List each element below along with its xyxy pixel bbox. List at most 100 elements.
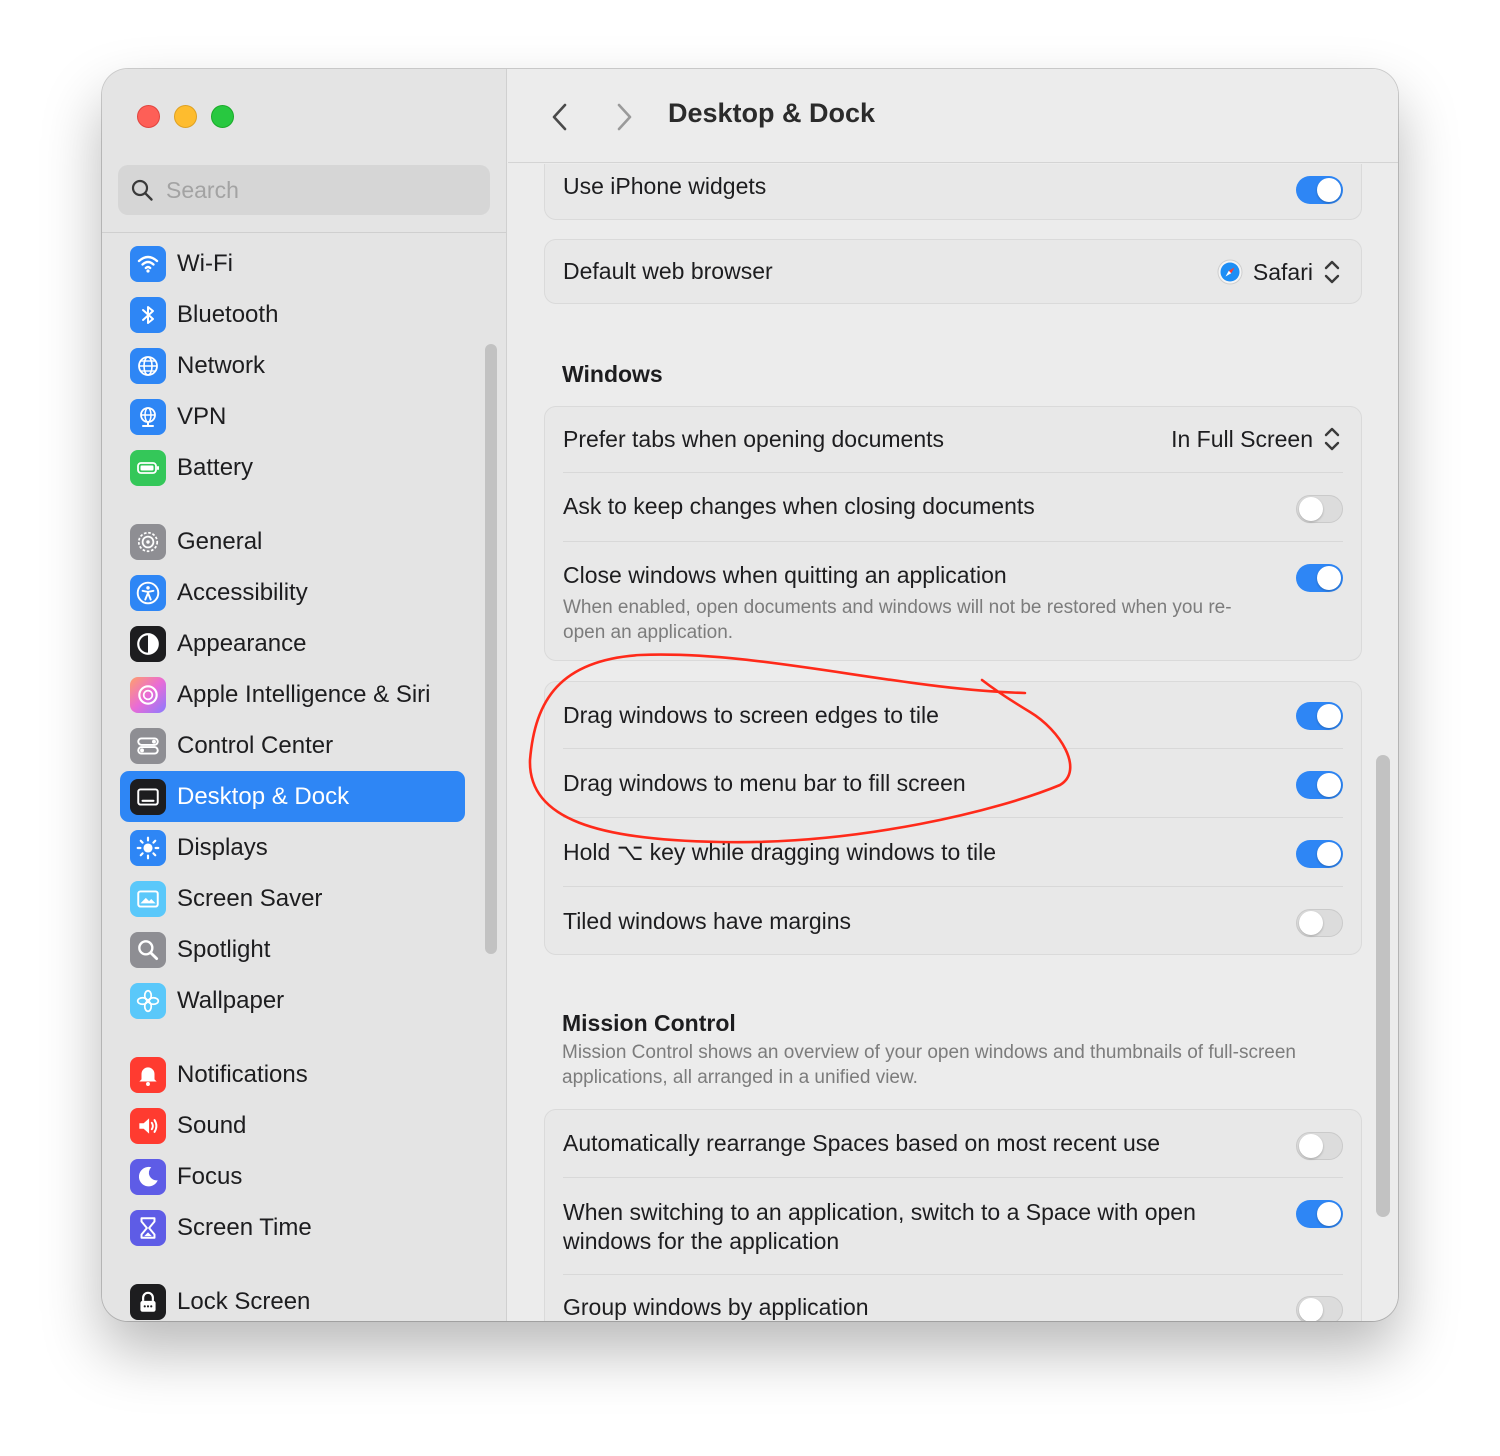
sidebar-item-apple-intelligence-siri[interactable]: Apple Intelligence & Siri (120, 669, 465, 720)
settings-row: Use iPhone widgets (563, 164, 1343, 221)
ask-keep-changes-toggle[interactable] (1296, 495, 1343, 523)
settings-row: Close windows when quitting an applicati… (563, 542, 1343, 660)
rearrange-spaces-label: Automatically rearrange Spaces based on … (563, 1130, 1161, 1156)
settings-window: Wi-Fi Bluetooth Network VPN Battery General Ac… (102, 69, 1398, 1321)
close-windows-description: When enabled, open documents and windows… (563, 597, 1232, 643)
sidebar-item-label: Appearance (177, 629, 307, 657)
settings-row: Hold ⌥ key while dragging windows to til… (563, 818, 1343, 887)
gear-icon (130, 523, 166, 560)
sidebar-item-label: Lock Screen (177, 1287, 311, 1315)
safari-icon (1217, 259, 1243, 285)
tiling-card: Drag windows to screen edges to tile Dra… (544, 681, 1362, 955)
sidebar-item-label: Displays (177, 833, 268, 861)
sidebar-item-battery[interactable]: Battery (120, 442, 465, 493)
sidebar-list: Wi-Fi Bluetooth Network VPN Battery General Ac… (120, 238, 465, 1321)
displays-icon (130, 829, 166, 866)
sidebar-item-spotlight[interactable]: Spotlight (120, 924, 465, 975)
settings-row: Tiled windows have margins (563, 887, 1343, 954)
sidebar-item-label: Bluetooth (177, 300, 279, 328)
switch-space-label: When switching to an application, switch… (563, 1199, 1196, 1254)
sidebar-item-network[interactable]: Network (120, 340, 465, 391)
vpn-globe-icon (130, 398, 166, 435)
close-window-button[interactable] (137, 105, 160, 128)
settings-row: Prefer tabs when opening documents In Fu… (563, 407, 1343, 473)
control-center-icon (130, 727, 166, 764)
drag-edges-toggle[interactable] (1296, 702, 1343, 730)
sidebar-item-bluetooth[interactable]: Bluetooth (120, 289, 465, 340)
sidebar-item-screen-time[interactable]: Screen Time (120, 1202, 465, 1253)
screen-time-icon (130, 1209, 166, 1246)
accessibility-icon (130, 574, 166, 611)
close-windows-label: Close windows when quitting an applicati… (563, 562, 1007, 588)
sidebar-item-label: Desktop & Dock (177, 782, 350, 810)
sidebar-group: Wi-Fi Bluetooth Network VPN Battery (120, 238, 465, 493)
chevron-updown-icon (1324, 427, 1340, 451)
use-iphone-widgets-toggle[interactable] (1296, 176, 1343, 204)
sidebar-item-label: General (177, 527, 263, 555)
mission-control-card: Automatically rearrange Spaces based on … (544, 1109, 1362, 1321)
sidebar: Wi-Fi Bluetooth Network VPN Battery General Ac… (102, 69, 507, 1321)
sidebar-item-wi-fi[interactable]: Wi-Fi (120, 238, 465, 289)
sidebar-item-label: Control Center (177, 731, 334, 759)
battery-icon (130, 449, 166, 486)
settings-row: When switching to an application, switch… (563, 1178, 1343, 1275)
default-browser-popup[interactable]: Safari (1217, 257, 1343, 287)
minimize-window-button[interactable] (174, 105, 197, 128)
drag-menubar-toggle[interactable] (1296, 771, 1343, 799)
content-scrollbar[interactable] (1376, 755, 1390, 1217)
sidebar-item-label: Focus (177, 1162, 243, 1190)
sidebar-item-wallpaper[interactable]: Wallpaper (120, 975, 465, 1026)
bluetooth-icon (130, 296, 166, 333)
sidebar-item-displays[interactable]: Displays (120, 822, 465, 873)
sidebar-item-general[interactable]: General (120, 516, 465, 567)
sidebar-item-desktop-dock[interactable]: Desktop & Dock (120, 771, 465, 822)
appearance-icon (130, 625, 166, 662)
default-browser-label: Default web browser (563, 258, 773, 284)
settings-row: Group windows by application (563, 1275, 1343, 1321)
sidebar-item-vpn[interactable]: VPN (120, 391, 465, 442)
sidebar-item-screen-saver[interactable]: Screen Saver (120, 873, 465, 924)
siri-icon (130, 676, 166, 713)
prefer-tabs-popup[interactable]: In Full Screen (1171, 424, 1343, 454)
sidebar-item-label: Network (177, 351, 266, 379)
group-windows-toggle[interactable] (1296, 1296, 1343, 1321)
sidebar-item-label: Wi-Fi (177, 249, 233, 277)
sidebar-item-sound[interactable]: Sound (120, 1100, 465, 1151)
windows-heading: Windows (562, 361, 663, 387)
search-field[interactable] (118, 165, 490, 215)
sidebar-group: General Accessibility Appearance Apple Inte… (120, 516, 465, 1026)
settings-row: Drag windows to screen edges to tile (563, 682, 1343, 749)
sidebar-item-notifications[interactable]: Notifications (120, 1049, 465, 1100)
sidebar-scrollbar[interactable] (485, 344, 497, 954)
forward-button[interactable] (604, 97, 644, 137)
sidebar-item-label: Wallpaper (177, 986, 285, 1014)
sidebar-item-control-center[interactable]: Control Center (120, 720, 465, 771)
mission-control-description: Mission Control shows an overview of you… (562, 1042, 1296, 1088)
switch-space-toggle[interactable] (1296, 1200, 1343, 1228)
drag-menubar-label: Drag windows to menu bar to fill screen (563, 770, 966, 796)
settings-row: Drag windows to menu bar to fill screen (563, 749, 1343, 818)
spotlight-icon (130, 931, 166, 968)
tiled-margins-toggle[interactable] (1296, 909, 1343, 937)
rearrange-spaces-toggle[interactable] (1296, 1132, 1343, 1160)
prefer-tabs-label: Prefer tabs when opening documents (563, 426, 945, 452)
search-input[interactable] (166, 176, 486, 204)
settings-row: Default web browser Safari (563, 240, 1343, 305)
sidebar-item-accessibility[interactable]: Accessibility (120, 567, 465, 618)
sound-icon (130, 1107, 166, 1144)
drag-edges-label: Drag windows to screen edges to tile (563, 702, 939, 728)
back-button[interactable] (540, 97, 580, 137)
ask-keep-changes-label: Ask to keep changes when closing documen… (563, 493, 1035, 519)
settings-row: Ask to keep changes when closing documen… (563, 473, 1343, 542)
wallpaper-icon (130, 982, 166, 1019)
close-windows-toggle[interactable] (1296, 564, 1343, 592)
group-windows-label: Group windows by application (563, 1294, 869, 1320)
browser-card: Default web browser Safari (544, 239, 1362, 304)
wifi-icon (130, 245, 166, 282)
sidebar-item-label: Screen Saver (177, 884, 323, 912)
zoom-window-button[interactable] (211, 105, 234, 128)
sidebar-item-appearance[interactable]: Appearance (120, 618, 465, 669)
sidebar-item-lock-screen[interactable]: Lock Screen (120, 1276, 465, 1321)
hold-key-toggle[interactable] (1296, 840, 1343, 868)
sidebar-item-focus[interactable]: Focus (120, 1151, 465, 1202)
